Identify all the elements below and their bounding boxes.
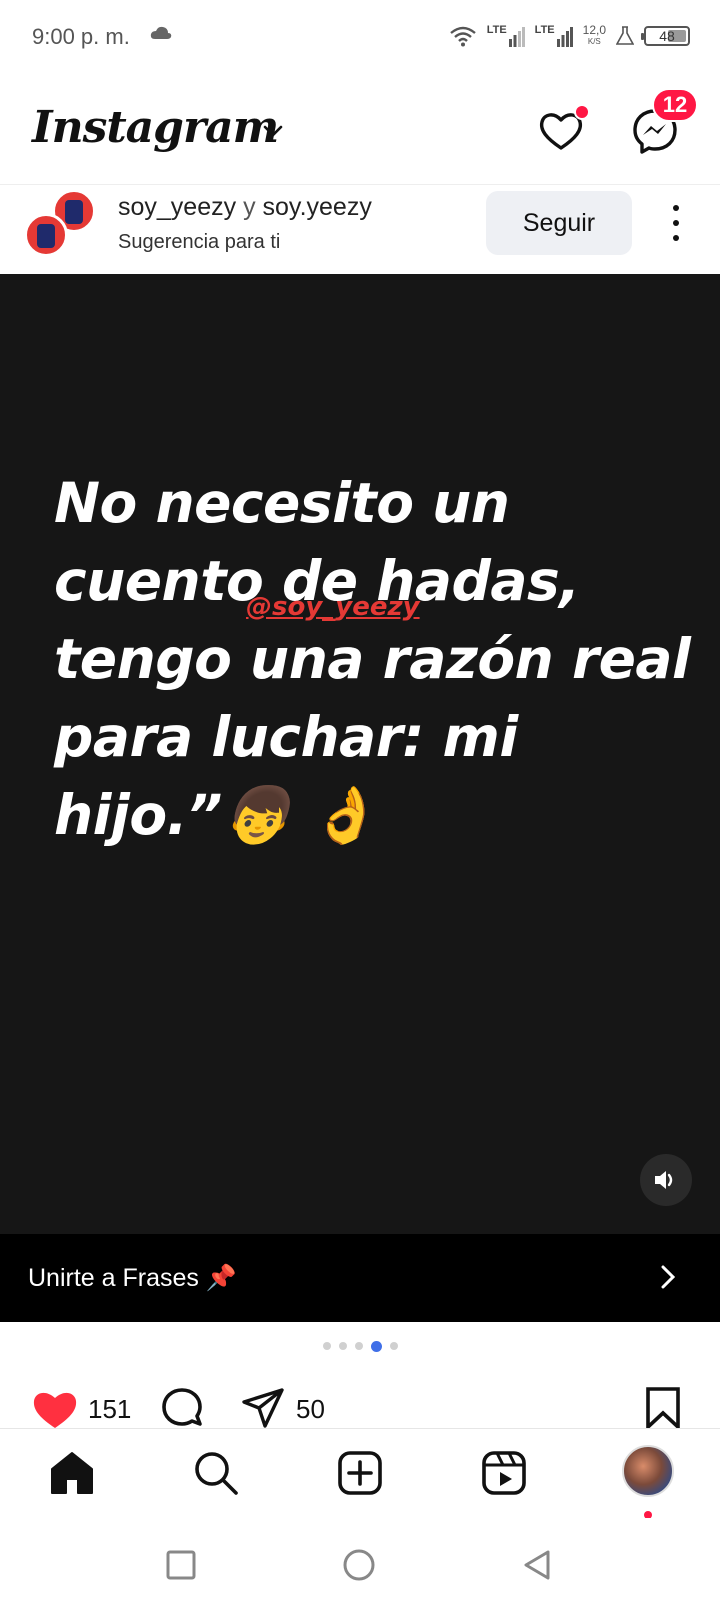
heart-filled-icon[interactable] [32,1388,78,1430]
carousel-dot [389,1342,398,1350]
join-channel-label: Unirte a Frases 📌 [28,1264,237,1292]
system-nav-bar [0,1518,720,1612]
network-label-2: LTE [534,24,555,36]
nav-reels[interactable] [480,1449,528,1497]
carousel-dots [0,1341,720,1352]
comment-icon[interactable] [160,1386,206,1432]
signal-icon [508,27,525,47]
cloud-icon [150,26,172,39]
carousel-dot [322,1342,331,1350]
system-home-button[interactable] [342,1548,376,1582]
search-icon [195,1452,238,1495]
signal-icon [556,27,573,47]
bookmark-icon[interactable] [644,1386,682,1430]
recent-apps-button[interactable] [164,1548,198,1582]
post-watermark: @soy_yeezy [246,592,420,622]
status-bar: 9:00 p. m. LTE LTE 12,0 K/S 48 [0,0,720,72]
carousel-dot [370,1341,382,1352]
author-username-1[interactable]: soy_yeezy [118,193,236,221]
nav-search[interactable] [192,1449,240,1497]
network-speed: 12,0 K/S [582,23,606,47]
carousel-dot [338,1342,347,1350]
signal-1: LTE [487,25,525,47]
author-separator: y [243,193,256,221]
post-authors: soy_yeezy y soy.yeezy [118,193,372,222]
join-channel-bar[interactable]: Unirte a Frases 📌 [0,1234,720,1322]
nav-home[interactable] [48,1449,96,1497]
instagram-logo[interactable]: Instagram [32,102,279,153]
plus-square-icon [338,1451,382,1495]
author-username-2[interactable]: soy.yeezy [263,193,372,221]
flask-icon [616,26,634,45]
system-back-button[interactable] [520,1548,554,1582]
home-icon [51,1452,93,1494]
suggestion-label: Sugerencia para ti [118,231,281,253]
like-count[interactable]: 151 [88,1394,131,1425]
post-media[interactable]: No necesito un cuento de hadas, tengo un… [0,274,720,1234]
volume-button[interactable] [640,1154,692,1206]
chevron-down-icon[interactable] [262,124,284,138]
battery-level: 48 [659,28,675,44]
follow-button[interactable]: Seguir [486,191,632,255]
avatar-stack[interactable] [24,189,100,265]
bottom-nav [0,1428,720,1519]
circle-icon [343,1549,375,1581]
notification-dot [574,104,590,120]
triangle-back-icon [524,1550,550,1580]
signal-2: LTE [535,25,573,47]
post-actions: 151 50 [0,1382,720,1434]
speed-value: 12,0 [582,23,606,37]
post-header: soy_yeezy y soy.yeezy Sugerencia para ti… [0,184,720,274]
app-header: Instagram 12 [0,80,720,184]
chevron-right-icon [661,1265,676,1289]
avatar[interactable] [24,213,68,257]
nav-create[interactable] [336,1449,384,1497]
share-count[interactable]: 50 [296,1394,325,1425]
wifi-icon [449,26,476,47]
status-time: 9:00 p. m. [32,24,130,49]
network-label-1: LTE [486,24,507,36]
messages-badge: 12 [652,88,698,122]
reels-icon [482,1451,526,1495]
square-icon [166,1550,196,1580]
speed-unit: K/S [587,37,601,46]
status-icons: LTE LTE 12,0 K/S 48 [449,22,690,50]
send-icon[interactable] [240,1386,286,1432]
speaker-icon [655,1171,673,1189]
carousel-dot [354,1342,363,1350]
post-quote-text: No necesito un cuento de hadas, tengo un… [54,471,691,847]
avatar[interactable] [622,1445,674,1497]
more-options-icon[interactable] [666,203,686,243]
battery-icon: 48 [641,26,690,46]
